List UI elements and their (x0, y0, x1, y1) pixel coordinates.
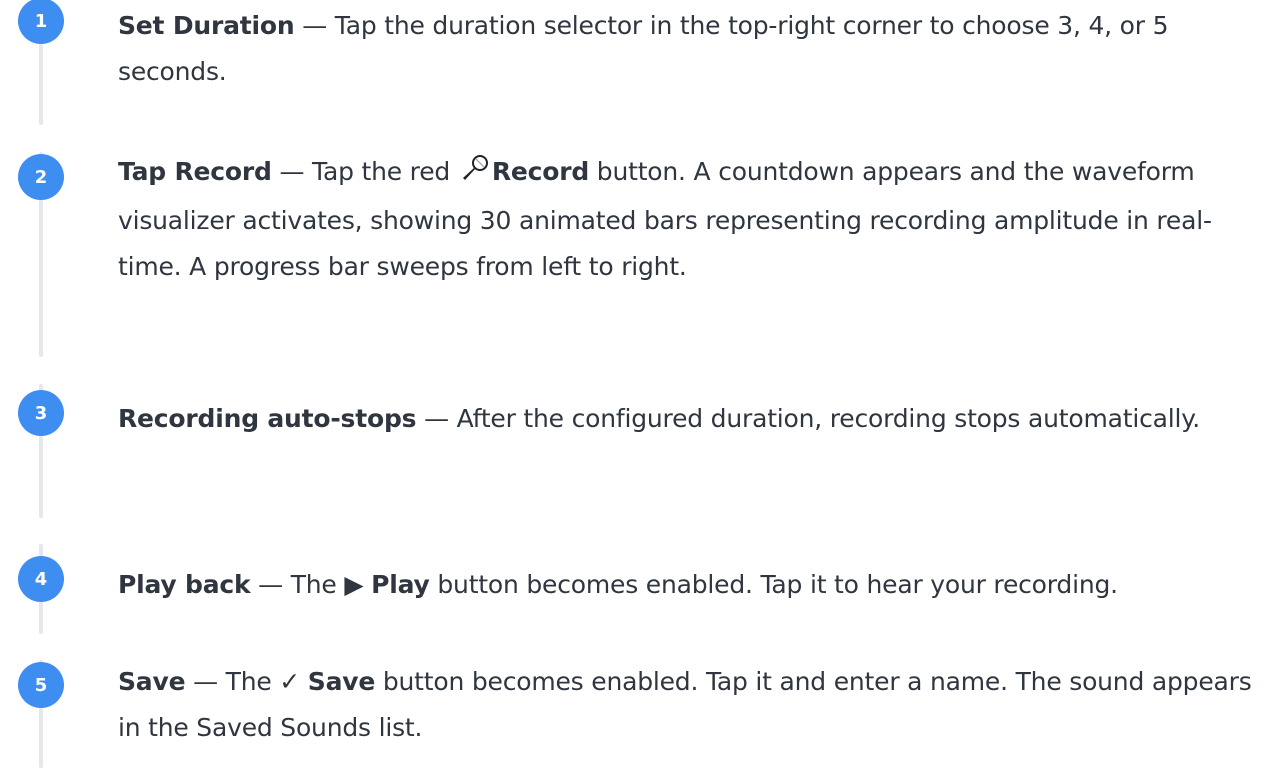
step-number-badge: 2 (18, 154, 64, 200)
step-text: Save — The ✓ Save button becomes enabled… (118, 659, 1259, 751)
step-body: After the configured duration, recording… (456, 404, 1201, 433)
step-title: Save (118, 667, 186, 696)
step-title: Tap Record (118, 157, 272, 186)
step-body-pre: The (290, 570, 345, 599)
step-separator: — (271, 157, 313, 186)
step-body-pre: The (225, 667, 280, 696)
play-button-label: Play (371, 570, 430, 599)
step-number-badge: 5 (18, 662, 64, 708)
step-title: Play back (118, 570, 251, 599)
step-text: Recording auto-stops — After the configu… (118, 396, 1259, 442)
step-separator: — (416, 404, 457, 433)
step-title: Recording auto-stops (118, 404, 417, 433)
check-icon: ✓ (279, 667, 301, 696)
step-text: Tap Record — Tap the red Record button. … (118, 149, 1259, 290)
step-text: Set Duration — Tap the duration selector… (118, 3, 1259, 95)
step-separator: — (294, 11, 335, 40)
play-icon: ▶ (344, 570, 364, 599)
record-button-label: Record (491, 157, 590, 186)
step-separator: — (185, 667, 226, 696)
step-separator: — (250, 570, 291, 599)
step-number-badge: 1 (18, 0, 64, 44)
step-number-badge: 3 (18, 390, 64, 436)
save-button-label: Save (307, 667, 376, 696)
step-body-pre: Tap the red (312, 157, 458, 186)
step-body-post: button becomes enabled. Tap it to hear y… (429, 570, 1118, 599)
microphone-icon (460, 152, 490, 198)
step-number-badge: 4 (18, 556, 64, 602)
step-title: Set Duration (118, 11, 295, 40)
step-text: Play back — The ▶ Play button becomes en… (118, 562, 1259, 608)
